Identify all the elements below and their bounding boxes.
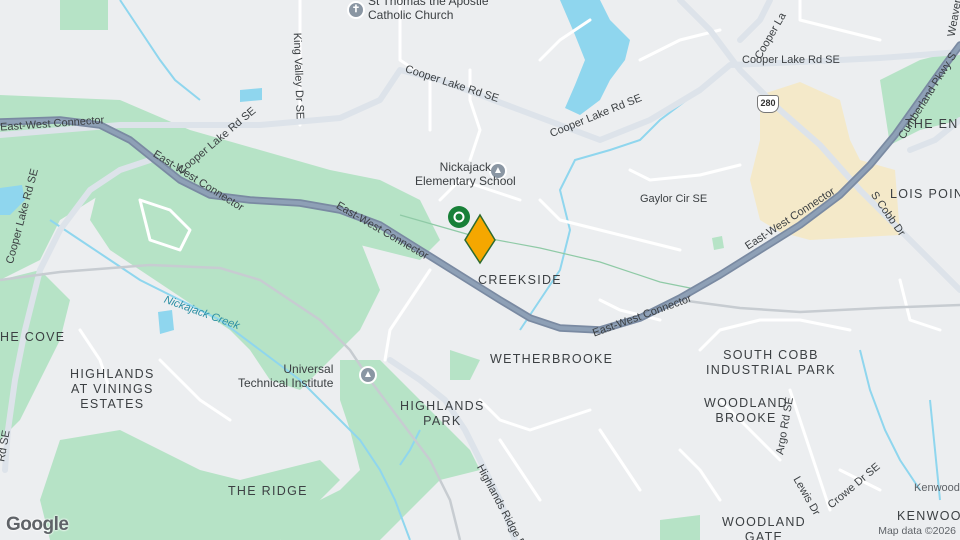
area-highlands-vinings: HIGHLANDS AT VININGS ESTATES — [70, 367, 155, 411]
area-lois-point: LOIS POIN — [890, 187, 960, 201]
church-label[interactable]: St Thomas the Apostle Catholic Church — [368, 0, 489, 22]
area-creekside: CREEKSIDE — [478, 273, 562, 287]
institute-label[interactable]: Universal Technical Institute — [238, 362, 333, 390]
google-logo[interactable]: Google — [6, 514, 69, 536]
location-pin-icon — [464, 213, 496, 265]
area-woodland-brooke: WOODLAND BROOKE — [704, 396, 789, 425]
area-the-cove: HE COVE — [0, 330, 66, 344]
area-wetherbrooke: WETHERBROOKE — [490, 352, 614, 366]
area-kenwood: KENWOO — [897, 509, 960, 523]
map-canvas[interactable]: ✝ ▲ ▲ 280 St Thomas the Apostle Catholic… — [0, 0, 960, 540]
area-south-cobb: SOUTH COBB INDUSTRIAL PARK — [706, 348, 836, 377]
area-kenwood-small: Kenwood — [914, 482, 960, 494]
area-woodland-gate: WOODLAND GATE — [722, 515, 807, 540]
church-icon[interactable]: ✝ — [347, 1, 365, 19]
road-label-gaylor: Gaylor Cir SE — [640, 193, 708, 205]
route-280-shield-icon: 280 — [757, 95, 779, 113]
school-icon[interactable]: ▲ — [359, 366, 377, 384]
map-base-layer — [0, 0, 960, 540]
transit-stop-icon — [448, 206, 470, 228]
school-label[interactable]: Nickajack Elementary School — [415, 160, 516, 188]
map-attribution[interactable]: Map data ©2026 — [878, 525, 956, 537]
area-highlands-park: HIGHLANDS PARK — [400, 399, 485, 428]
area-the-ridge: THE RIDGE — [228, 484, 308, 498]
